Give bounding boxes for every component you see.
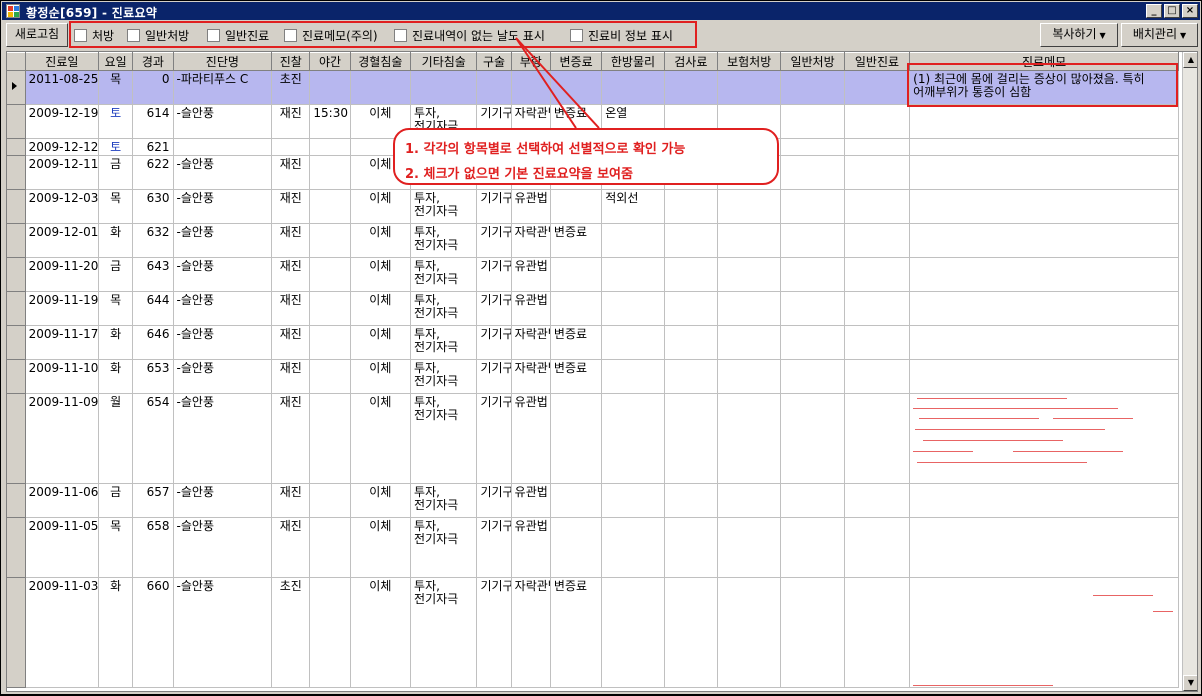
annotation-line-1: 1. 각각의 항목별로 선택하여 선별적으로 확인 가능 <box>405 142 686 157</box>
app-window: 황정순[659] - 진료요약 _ □ × 새로고침 처방 일반처방 일반진료 … <box>0 0 1202 695</box>
annotation-line-2: 2. 체크가 없으면 기본 진료요약을 보여줌 <box>405 167 633 182</box>
redacted-memo-marks <box>913 396 1143 471</box>
annotation-callout: 1. 각각의 항목별로 선택하여 선별적으로 확인 가능 2. 체크가 없으면 … <box>393 128 779 185</box>
redacted-memo-marks <box>913 591 1173 691</box>
